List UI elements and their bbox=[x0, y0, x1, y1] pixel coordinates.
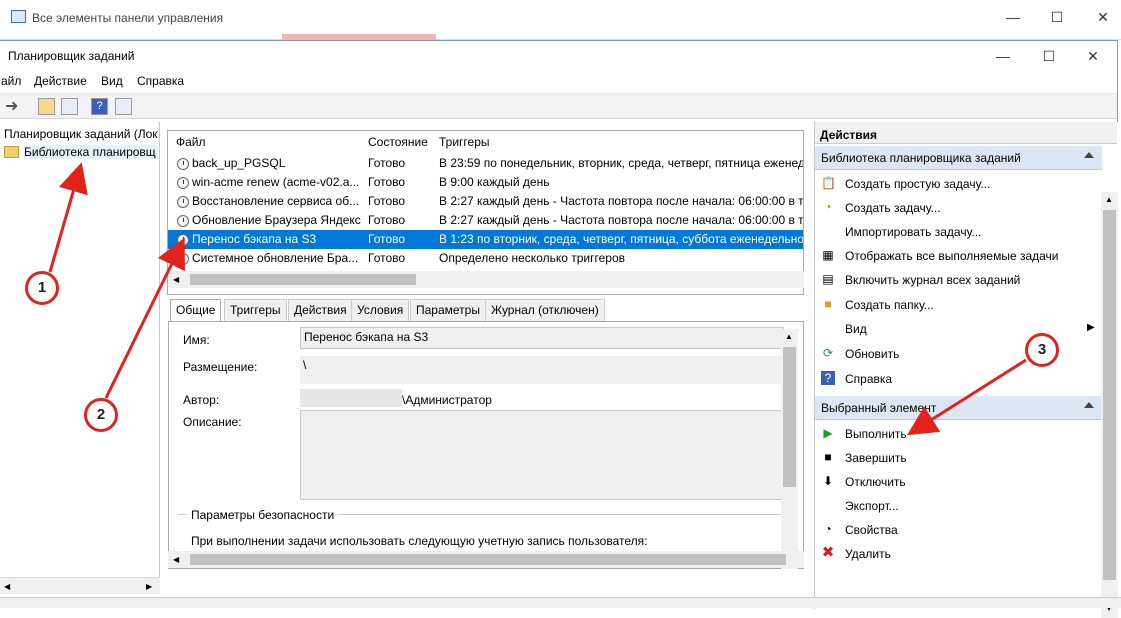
annotation-arrow-3 bbox=[906, 358, 1027, 436]
annotation-arrow-2 bbox=[104, 237, 185, 399]
annotation-badge-2: 2 bbox=[84, 398, 118, 432]
annotation-arrow-1 bbox=[48, 162, 88, 273]
annotation-badge-1: 1 bbox=[25, 271, 59, 305]
annotation-arrows bbox=[48, 162, 1027, 436]
annotation-badge-3: 3 bbox=[1025, 333, 1059, 367]
